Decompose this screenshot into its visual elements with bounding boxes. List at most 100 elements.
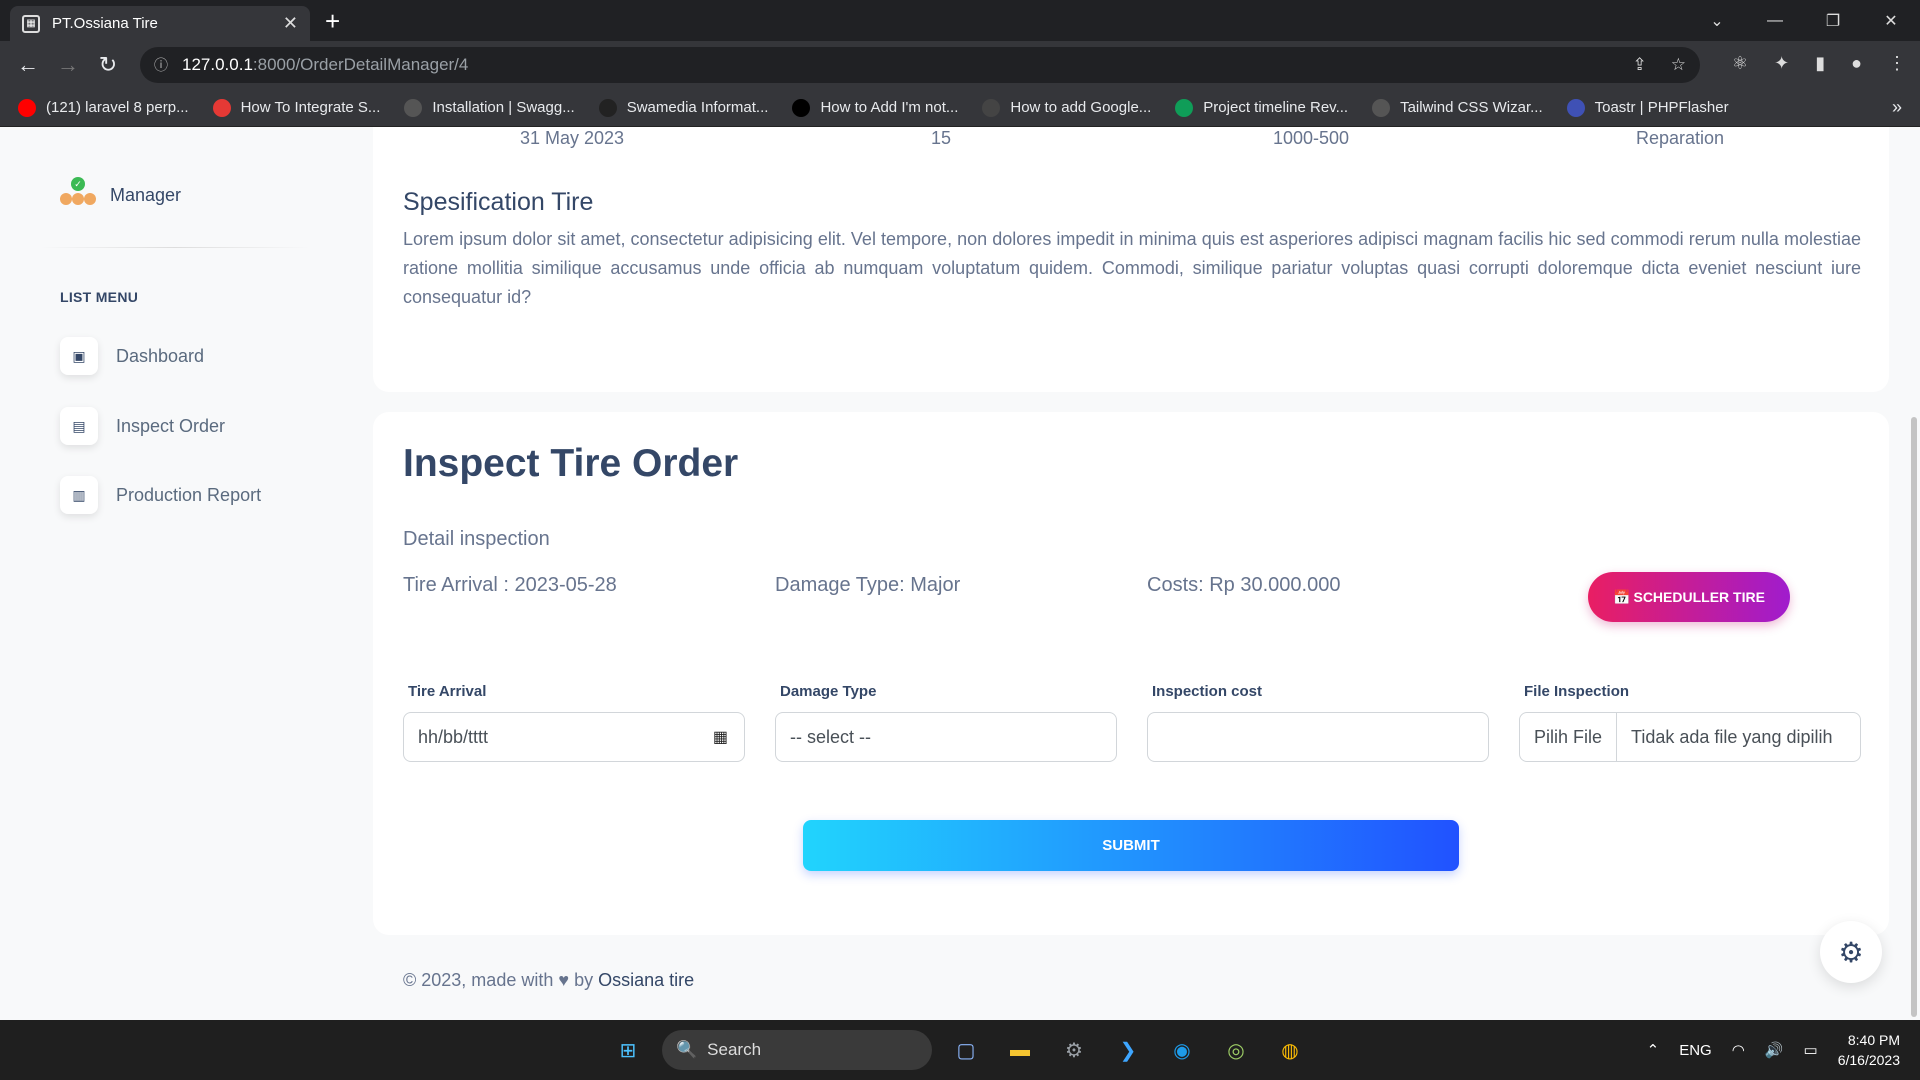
sidebar-item-production-report[interactable]: ▥ Production Report bbox=[60, 476, 261, 514]
bookmark-item[interactable]: Toastr | PHPFlasher bbox=[1566, 98, 1729, 117]
restore-icon[interactable]: ❐ bbox=[1804, 11, 1862, 31]
gear-icon: ⚙ bbox=[1838, 936, 1864, 968]
extension-icons: ⚛ ✦ ▮ ● ⋮ bbox=[1732, 53, 1906, 74]
costs-info: Costs: Rp 30.000.000 bbox=[1147, 574, 1341, 596]
chrome-icon[interactable]: ◍ bbox=[1270, 1030, 1310, 1070]
side-panel-icon[interactable]: ▮ bbox=[1815, 53, 1825, 74]
bookmark-label: How To Integrate S... bbox=[240, 99, 381, 116]
spec-description: Lorem ipsum dolor sit amet, consectetur … bbox=[403, 229, 1861, 307]
search-icon: 🔍 bbox=[676, 1040, 698, 1059]
choose-file-button[interactable]: Pilih File bbox=[1534, 713, 1618, 761]
bookmark-item[interactable]: Installation | Swagg... bbox=[404, 98, 575, 117]
widgets-icon[interactable]: ▢ bbox=[946, 1030, 986, 1070]
settings-gear-button[interactable]: ⚙ bbox=[1820, 921, 1882, 983]
bookmark-favicon-icon bbox=[598, 98, 617, 117]
windows-start-icon[interactable]: ⊞ bbox=[608, 1030, 648, 1070]
close-window-icon[interactable]: ✕ bbox=[1862, 11, 1920, 31]
tire-arrival-info: Tire Arrival : 2023-05-28 bbox=[403, 574, 617, 596]
close-tab-icon[interactable]: ✕ bbox=[283, 13, 298, 34]
volume-icon[interactable]: 🔊 bbox=[1765, 1041, 1784, 1059]
search-label: Search bbox=[707, 1040, 762, 1059]
site-info-icon[interactable]: ⓘ bbox=[154, 55, 168, 75]
browser-tab-strip: ▦ PT.Ossiana Tire ✕ + ⌄ — ❐ ✕ bbox=[0, 0, 1920, 41]
sidebar-item-label: Production Report bbox=[116, 484, 262, 505]
bookmark-item[interactable]: How to Add I'm not... bbox=[792, 98, 959, 117]
settings-app-icon[interactable]: ⚙ bbox=[1054, 1030, 1094, 1070]
order-service: Reparation bbox=[1635, 128, 1725, 148]
url-path: :8000/OrderDetailManager/4 bbox=[252, 55, 469, 74]
bookmark-star-icon[interactable]: ☆ bbox=[1671, 55, 1686, 75]
tray-chevron-icon[interactable]: ⌃ bbox=[1647, 1041, 1660, 1059]
more-bookmarks-icon[interactable]: » bbox=[1892, 97, 1902, 118]
wifi-icon[interactable]: ◠ bbox=[1732, 1041, 1745, 1059]
bookmark-label: Toastr | PHPFlasher bbox=[1594, 99, 1729, 116]
bookmark-item[interactable]: How to add Google... bbox=[982, 98, 1152, 117]
order-size: 1000-500 bbox=[1272, 128, 1350, 148]
brand[interactable]: ✓ Manager bbox=[60, 177, 181, 213]
calendar-picker-icon[interactable]: ▦ bbox=[713, 727, 728, 747]
page-content: ✓ Manager LIST MENU ▣ Dashboard ▤ Inspec… bbox=[0, 127, 1920, 1020]
bookmark-favicon-icon bbox=[1372, 98, 1391, 117]
inspection-cost-input[interactable] bbox=[1147, 712, 1489, 762]
document-icon: ▥ bbox=[60, 476, 98, 514]
file-explorer-icon[interactable]: ▬ bbox=[1000, 1030, 1040, 1070]
back-icon[interactable]: ← bbox=[8, 52, 48, 78]
clock-time: 8:40 PM bbox=[1847, 1032, 1900, 1048]
new-tab-icon[interactable]: + bbox=[325, 6, 340, 37]
inspect-order-card: Inspect Tire Order Detail inspection Tir… bbox=[373, 412, 1889, 935]
brand-label: Manager bbox=[110, 184, 182, 205]
heart-icon: ♥ bbox=[558, 970, 570, 990]
footer-brand-link[interactable]: Ossiana tire bbox=[598, 970, 694, 990]
scrollbar-thumb[interactable] bbox=[1911, 417, 1917, 1017]
taskbar-search[interactable]: 🔍 Search bbox=[662, 1030, 932, 1070]
bookmark-item[interactable]: Swamedia Informat... bbox=[598, 98, 769, 117]
damage-type-label: Damage Type bbox=[780, 683, 877, 700]
bookmark-item[interactable]: Project timeline Rev... bbox=[1175, 98, 1348, 117]
browser-tab[interactable]: ▦ PT.Ossiana Tire ✕ bbox=[10, 6, 310, 41]
bookmark-label: How to Add I'm not... bbox=[820, 99, 959, 116]
menu-kebab-icon[interactable]: ⋮ bbox=[1888, 53, 1906, 74]
order-date: 31 May 2023 bbox=[519, 128, 625, 148]
clock-date: 6/16/2023 bbox=[1837, 1052, 1900, 1068]
bookmark-item[interactable]: (121) laravel 8 perp... bbox=[18, 98, 189, 117]
language-indicator[interactable]: ENG bbox=[1679, 1042, 1712, 1059]
bookmark-item[interactable]: How To Integrate S... bbox=[212, 98, 381, 117]
scheduller-tire-label: SCHEDULLER TIRE bbox=[1633, 589, 1765, 605]
share-icon[interactable]: ⇪ bbox=[1633, 55, 1647, 75]
forward-icon[interactable]: → bbox=[48, 52, 88, 78]
site-favicon-icon: ▦ bbox=[22, 14, 40, 33]
bookmark-label: (121) laravel 8 perp... bbox=[46, 99, 189, 116]
window-controls: ⌄ — ❐ ✕ bbox=[1688, 0, 1920, 41]
bookmark-label: Swamedia Informat... bbox=[626, 99, 769, 116]
file-inspection-input[interactable]: Pilih File Tidak ada file yang dipilih bbox=[1519, 712, 1861, 762]
profile-avatar[interactable]: ● bbox=[1851, 53, 1862, 74]
bookmark-item[interactable]: Tailwind CSS Wizar... bbox=[1372, 98, 1543, 117]
vscode-icon[interactable]: ❯ bbox=[1108, 1030, 1148, 1070]
edge-icon[interactable]: ◉ bbox=[1162, 1030, 1202, 1070]
address-bar[interactable]: ⓘ 127.0.0.1 :8000/OrderDetailManager/4 ⇪… bbox=[140, 47, 1700, 83]
sidebar-item-dashboard[interactable]: ▣ Dashboard bbox=[60, 337, 204, 375]
sidebar-item-inspect-order[interactable]: ▤ Inspect Order bbox=[60, 407, 225, 445]
tire-arrival-date-input[interactable]: hh/bb/tttt ▦ bbox=[403, 712, 745, 762]
reload-icon[interactable]: ↻ bbox=[88, 52, 128, 78]
clock[interactable]: 8:40 PM 6/16/2023 bbox=[1838, 1030, 1900, 1070]
inspection-cost-label: Inspection cost bbox=[1152, 683, 1263, 700]
bookmark-label: Installation | Swagg... bbox=[432, 99, 575, 116]
heidisql-icon[interactable]: ◎ bbox=[1216, 1030, 1256, 1070]
tab-search-icon[interactable]: ⌄ bbox=[1688, 11, 1746, 31]
react-devtools-icon[interactable]: ⚛ bbox=[1732, 53, 1748, 74]
bookmark-label: Tailwind CSS Wizar... bbox=[1400, 99, 1543, 116]
battery-icon[interactable]: ▭ bbox=[1804, 1041, 1818, 1059]
extensions-puzzle-icon[interactable]: ✦ bbox=[1774, 53, 1789, 74]
sidebar-divider bbox=[40, 247, 310, 248]
calendar-icon: 📅 bbox=[1613, 588, 1631, 605]
submit-button[interactable]: SUBMIT bbox=[803, 820, 1459, 871]
bookmark-favicon-icon bbox=[1175, 98, 1194, 117]
scheduller-tire-button[interactable]: 📅 SCHEDULLER TIRE bbox=[1588, 572, 1790, 622]
damage-type-select[interactable]: -- select -- bbox=[775, 712, 1117, 762]
bookmark-label: How to add Google... bbox=[1010, 99, 1152, 116]
url-host: 127.0.0.1 bbox=[182, 55, 253, 74]
bookmark-favicon-icon bbox=[792, 98, 811, 117]
bookmarks-bar: (121) laravel 8 perp... How To Integrate … bbox=[0, 89, 1920, 127]
minimize-icon[interactable]: — bbox=[1746, 12, 1804, 30]
